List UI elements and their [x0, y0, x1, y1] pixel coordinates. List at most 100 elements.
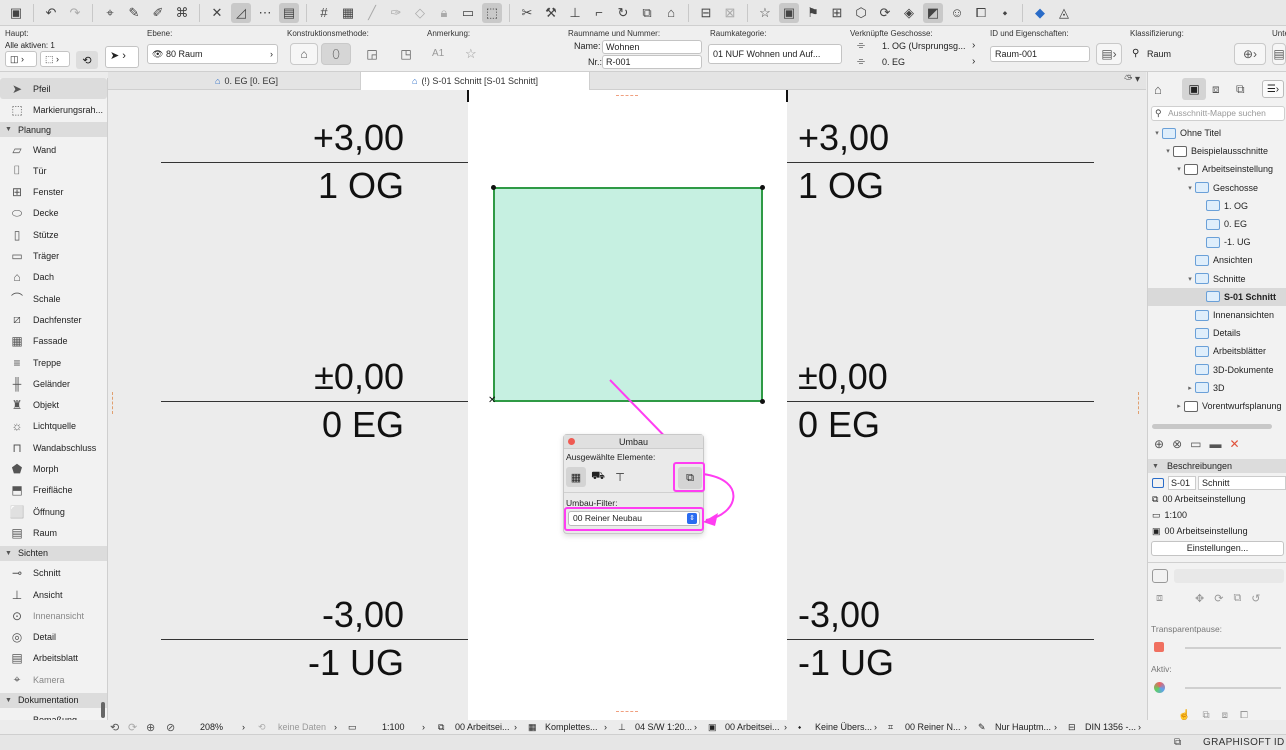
chevron-down-icon[interactable]: ▾: [1152, 129, 1162, 137]
chevron-right-icon[interactable]: ›: [1054, 720, 1057, 734]
snap-guides-icon[interactable]: ⋯: [255, 3, 275, 23]
chevron-right-icon[interactable]: ›: [784, 720, 787, 734]
tool-raum[interactable]: ▤ Raum: [0, 522, 107, 543]
classification-value[interactable]: Raum: [1147, 49, 1171, 59]
new-folder-icon[interactable]: ▭: [1190, 437, 1201, 451]
layer-field[interactable]: 👁︎ 80 Raum ›: [147, 44, 278, 64]
tool-dach[interactable]: ⌂ Dach: [0, 267, 107, 288]
annotation-value[interactable]: A1: [432, 48, 444, 59]
tool-decke[interactable]: ⬭ Decke: [0, 203, 107, 224]
export-icon[interactable]: ⧠: [1240, 710, 1248, 720]
bottom-linked-storey[interactable]: 0. EG: [882, 57, 905, 67]
room-category-select[interactable]: 01 NUF Wohnen und Auf...: [708, 44, 842, 64]
tool-wandabschluss[interactable]: ⊓ Wandabschluss: [0, 437, 107, 458]
tree-item-3d-dokumente[interactable]: 3D-Dokumente: [1148, 361, 1286, 379]
tree-item-details[interactable]: Details: [1148, 324, 1286, 342]
chevron-right-icon[interactable]: ▸: [1185, 384, 1195, 392]
toolbox-group-dokumentation[interactable]: ▼ Dokumentation: [0, 692, 107, 708]
magic-wand-icon[interactable]: ⌘: [172, 3, 192, 23]
fit-window-icon[interactable]: ⊘: [166, 720, 175, 734]
chevron-right-icon[interactable]: ›: [1138, 720, 1141, 734]
undo-zoom-icon[interactable]: ⟲: [110, 720, 119, 734]
zoom-in-icon[interactable]: ⊕: [146, 720, 155, 734]
delete-icon[interactable]: ✕: [1229, 437, 1239, 451]
tool-dachfenster[interactable]: ⧄ Dachfenster: [0, 309, 107, 330]
section-view-icon[interactable]: ◩: [923, 2, 943, 23]
eraser-icon[interactable]: ◇: [410, 3, 430, 23]
tool-oeffnung[interactable]: ⬜ Öffnung: [0, 501, 107, 522]
hammer-icon[interactable]: ⚒: [541, 3, 561, 23]
chevron-right-icon[interactable]: ›: [604, 720, 607, 734]
drawing-canvas[interactable]: +3,00 1 OG +3,00 1 OG ±0,00 0 EG ±0,00 0 EG -3,0…: [108, 90, 1146, 720]
tree-item-1-og[interactable]: 1. OG: [1148, 197, 1286, 215]
star-icon[interactable]: ☆: [755, 3, 775, 23]
view-name-input[interactable]: Schnitt: [1198, 476, 1286, 490]
tool-morph[interactable]: ⬟ Morph: [0, 459, 107, 480]
room-number-input[interactable]: R-001: [602, 55, 702, 69]
more-button[interactable]: ▤: [1272, 43, 1286, 65]
color-wheel-icon[interactable]: [1154, 682, 1165, 693]
tree-item-geschosse[interactable]: ▾ Geschosse: [1148, 179, 1286, 197]
chevron-down-icon[interactable]: ▾: [1174, 165, 1184, 173]
group-icon[interactable]: ⬚: [482, 2, 502, 23]
reset-icon[interactable]: ↺: [1251, 592, 1260, 608]
window-icon[interactable]: ▣: [779, 2, 799, 23]
tool-kamera[interactable]: ⌖ Kamera: [0, 669, 107, 690]
beschreibungen-header[interactable]: ▼ Beschreibungen: [1148, 459, 1286, 473]
layer-value-2[interactable]: 00 Arbeitsei...: [725, 720, 780, 734]
chevron-right-icon[interactable]: ›: [972, 56, 975, 67]
tab-0-eg[interactable]: ⌂ 0. EG [0. EG]: [133, 72, 360, 90]
view-id-input[interactable]: S-01: [1168, 476, 1196, 490]
chevron-right-icon[interactable]: ›: [514, 720, 517, 734]
tool-ansicht[interactable]: ⊥ Ansicht: [0, 584, 107, 605]
calculator-icon[interactable]: ▭: [458, 3, 478, 23]
chevron-down-icon[interactable]: ▾: [1163, 147, 1173, 155]
chevron-right-icon[interactable]: ›: [242, 720, 245, 734]
existing-icon[interactable]: ▦: [566, 467, 586, 487]
tool-gelaender[interactable]: ╫ Geländer: [0, 373, 107, 394]
scale-value[interactable]: 1:100: [382, 720, 405, 734]
room-corner-icon[interactable]: ◲: [358, 43, 386, 65]
save-view-icon[interactable]: ▬: [1209, 437, 1221, 451]
properties-button[interactable]: ▤›: [1096, 43, 1122, 65]
publisher-icon[interactable]: ⧉: [1236, 82, 1245, 97]
tool-wand[interactable]: ▱ Wand: [0, 139, 107, 160]
new-icon[interactable]: ⊤: [610, 467, 630, 487]
tool-lichtquelle[interactable]: ☼ Lichtquelle: [0, 416, 107, 437]
pen-set-icon[interactable]: ◬: [1054, 3, 1074, 23]
cube-icon[interactable]: ⬡: [851, 3, 871, 23]
arrow-tool-selector[interactable]: ➤ ›: [105, 46, 139, 68]
flag-icon[interactable]: ⚑: [803, 3, 823, 23]
model-view-value[interactable]: Komplettes...: [545, 720, 598, 734]
classification-button[interactable]: ⊕›: [1234, 43, 1266, 65]
new-view-icon[interactable]: ⊕: [1154, 437, 1164, 451]
tool-freiflaeche[interactable]: ⬒ Freifläche: [0, 480, 107, 501]
tool-objekt[interactable]: ♜ Objekt: [0, 395, 107, 416]
layer-combo-icon[interactable]: ▤: [279, 2, 299, 23]
chevron-down-icon[interactable]: ▾: [1185, 184, 1195, 192]
find-select-icon[interactable]: ⌖: [100, 3, 120, 23]
tool-detail[interactable]: ◎ Detail: [0, 627, 107, 648]
tree-item-3d[interactable]: ▸ 3D: [1148, 379, 1286, 397]
publish-icon[interactable]: ⧈: [1222, 710, 1228, 720]
tool-treppe[interactable]: ≡ Treppe: [0, 352, 107, 373]
clone-view-icon[interactable]: ⊗: [1172, 437, 1182, 451]
move-icon[interactable]: ✥: [1195, 592, 1204, 608]
tab-s01-schnitt[interactable]: ⌂ (!) S-01 Schnitt [S-01 Schnitt]: [360, 72, 590, 90]
einstellungen-button[interactable]: Einstellungen...: [1151, 541, 1284, 556]
tool-markierungsrah[interactable]: ⬚ Markierungsrah...: [0, 99, 107, 120]
tool-fenster[interactable]: ⊞ Fenster: [0, 182, 107, 203]
chevron-down-icon[interactable]: ▾: [1185, 275, 1195, 283]
pick-up-icon[interactable]: ✎: [124, 3, 144, 23]
tool-bema-ung[interactable]: ↔ Bemaßung: [0, 710, 107, 720]
view-3d-icon[interactable]: ◈: [899, 3, 919, 23]
id-input[interactable]: Raum-001: [990, 46, 1090, 62]
scissors-icon[interactable]: ✂: [517, 3, 537, 23]
line-icon[interactable]: ╱: [362, 3, 382, 23]
window-layout-icon[interactable]: ⧉: [1174, 737, 1181, 748]
view-selector[interactable]: [1174, 569, 1284, 583]
tree-item-schnitte[interactable]: ▾ Schnitte: [1148, 270, 1286, 288]
toolbox-group-planung[interactable]: ▼ Planung: [0, 122, 107, 137]
tree-item-vorentwurfsplanung[interactable]: ▸ Vorentwurfsplanung: [1148, 397, 1286, 415]
brand-label[interactable]: GRAPHISOFT ID: [1203, 737, 1285, 748]
